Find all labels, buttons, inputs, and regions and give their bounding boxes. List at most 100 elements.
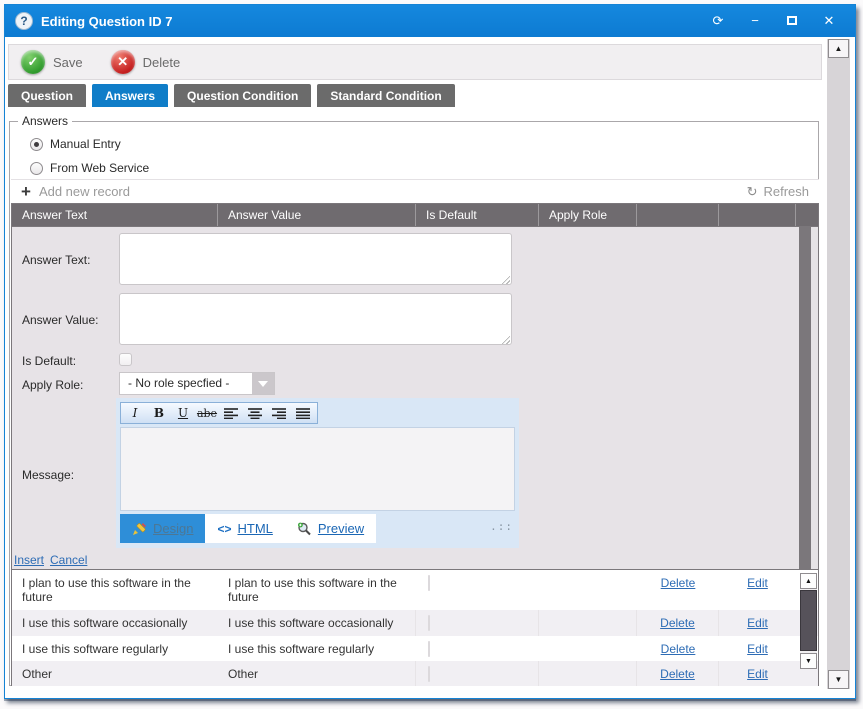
table-row[interactable]: I plan to use this software in the futur…	[12, 570, 818, 610]
dropdown-button[interactable]	[252, 373, 274, 394]
scroll-up-icon[interactable]: ▲	[828, 39, 849, 58]
align-center-button[interactable]	[244, 404, 266, 422]
answer-text-input[interactable]	[119, 233, 512, 285]
apply-role-label: Apply Role:	[22, 378, 83, 392]
tab-answers[interactable]: Answers	[92, 84, 168, 107]
maximize-icon[interactable]	[784, 13, 800, 29]
refresh-button[interactable]: ↻ Refresh	[747, 184, 809, 199]
message-content-area[interactable]	[120, 427, 515, 511]
title-bar[interactable]: ? Editing Question ID 7 ⟳ − ✕	[5, 5, 855, 37]
minimize-icon[interactable]: −	[747, 13, 763, 29]
edit-link[interactable]: Edit	[747, 642, 768, 656]
col-delete	[637, 204, 719, 226]
cell-apply-role	[539, 610, 637, 636]
italic-button[interactable]: I	[124, 404, 146, 422]
editor-tab-design[interactable]: Design	[120, 514, 205, 543]
delete-link[interactable]: Delete	[660, 616, 695, 630]
table-row[interactable]: I use this software occasionally I use t…	[12, 610, 818, 636]
cell-answer-text: Other	[12, 661, 218, 686]
cell-apply-role	[539, 661, 637, 686]
insert-form: Answer Text: Answer Value: Is Default: A…	[12, 227, 799, 569]
cell-answer-text: I plan to use this software in the futur…	[12, 570, 218, 610]
scroll-down-icon[interactable]: ▼	[800, 653, 817, 669]
apply-role-select[interactable]: - No role specfied -	[119, 372, 275, 395]
editor-tab-preview[interactable]: Preview	[285, 514, 376, 543]
underline-button[interactable]: U	[172, 404, 194, 422]
col-edit	[719, 204, 796, 226]
add-icon: +	[21, 184, 31, 200]
delete-link[interactable]: Delete	[661, 576, 696, 590]
cell-answer-value: I use this software regularly	[218, 636, 416, 661]
window-controls: ⟳ − ✕	[710, 13, 845, 29]
rows-scrollbar[interactable]: ▲ ▼	[800, 573, 817, 669]
tab-strip: Question Answers Question Condition Stan…	[8, 84, 455, 107]
delete-link[interactable]: Delete	[660, 667, 695, 681]
edit-link[interactable]: Edit	[747, 576, 768, 590]
radio-from-web-service[interactable]: From Web Service	[30, 160, 149, 176]
help-icon: ?	[15, 12, 33, 30]
chevron-down-icon	[258, 381, 268, 387]
delete-link[interactable]: Delete	[661, 642, 696, 656]
dialog-content: ✓ Save ✕ Delete Question Answers Questio…	[5, 37, 855, 698]
col-apply-role: Apply Role	[539, 204, 637, 226]
editor-mode-tabs: Design <> HTML Preview	[120, 514, 376, 543]
command-toolbar: ✓ Save ✕ Delete	[8, 44, 822, 80]
align-right-button[interactable]	[268, 404, 290, 422]
save-button[interactable]: ✓ Save	[21, 50, 83, 74]
window-scrollbar[interactable]: ▲ ▼	[827, 39, 850, 689]
scrollbar-thumb[interactable]	[800, 590, 817, 651]
grid-rows: I plan to use this software in the futur…	[12, 570, 818, 686]
answers-groupbox: Answers Manual Entry From Web Service + …	[9, 121, 819, 686]
scroll-down-icon[interactable]: ▼	[828, 670, 849, 689]
table-row[interactable]: I use this software regularly I use this…	[12, 636, 818, 661]
dialog-window: ? Editing Question ID 7 ⟳ − ✕ ✓ Save ✕ D…	[4, 4, 856, 699]
bold-button[interactable]: B	[148, 404, 170, 422]
is-default-label: Is Default:	[22, 354, 76, 368]
pencil-icon	[132, 522, 147, 536]
is-default-checkbox[interactable]	[428, 575, 430, 591]
edit-link[interactable]: Edit	[747, 616, 768, 630]
cell-answer-text: I use this software regularly	[12, 636, 218, 661]
tab-question-condition[interactable]: Question Condition	[174, 84, 311, 107]
answer-value-input[interactable]	[119, 293, 512, 345]
message-label: Message:	[22, 468, 74, 482]
save-icon: ✓	[21, 50, 45, 74]
edit-link[interactable]: Edit	[747, 667, 768, 681]
editor-tab-html[interactable]: <> HTML	[205, 514, 284, 543]
radio-manual-entry[interactable]: Manual Entry	[30, 136, 121, 152]
delete-button[interactable]: ✕ Delete	[111, 50, 181, 74]
strikethrough-button[interactable]: abe	[196, 404, 218, 422]
cell-apply-role	[539, 570, 637, 610]
cell-answer-value: Other	[218, 661, 416, 686]
add-new-record-button[interactable]: Add new record	[39, 184, 130, 199]
tab-standard-condition[interactable]: Standard Condition	[317, 84, 454, 107]
close-icon[interactable]: ✕	[821, 13, 837, 29]
save-label: Save	[53, 55, 83, 70]
grid-command-row: + Add new record ↻ Refresh	[11, 179, 819, 203]
delete-label: Delete	[143, 55, 181, 70]
scroll-up-icon[interactable]: ▲	[800, 573, 817, 589]
col-is-default: Is Default	[416, 204, 539, 226]
align-left-button[interactable]	[220, 404, 242, 422]
delete-icon: ✕	[111, 50, 135, 74]
code-icon: <>	[217, 522, 231, 536]
magnifier-icon	[297, 522, 312, 536]
is-default-checkbox[interactable]	[119, 353, 132, 366]
answer-value-label: Answer Value:	[22, 313, 98, 327]
tab-question[interactable]: Question	[8, 84, 86, 107]
is-default-checkbox[interactable]	[428, 666, 430, 682]
cell-answer-value: I use this software occasionally	[218, 610, 416, 636]
justify-button[interactable]	[292, 404, 314, 422]
refresh-window-icon[interactable]: ⟳	[710, 13, 726, 29]
grid-header: Answer Text Answer Value Is Default Appl…	[12, 204, 818, 226]
editor-resize-grip-icon[interactable]: .::	[490, 520, 513, 533]
editor-format-toolbar: I B U abe	[120, 402, 318, 424]
radio-icon	[30, 162, 43, 175]
cancel-link[interactable]: Cancel	[50, 553, 87, 567]
is-default-checkbox[interactable]	[428, 615, 430, 631]
cell-answer-text: I use this software occasionally	[12, 610, 218, 636]
insert-link[interactable]: Insert	[14, 553, 44, 567]
form-gutter	[811, 227, 818, 569]
table-row[interactable]: Other Other Delete Edit	[12, 661, 818, 686]
is-default-checkbox[interactable]	[428, 641, 430, 657]
